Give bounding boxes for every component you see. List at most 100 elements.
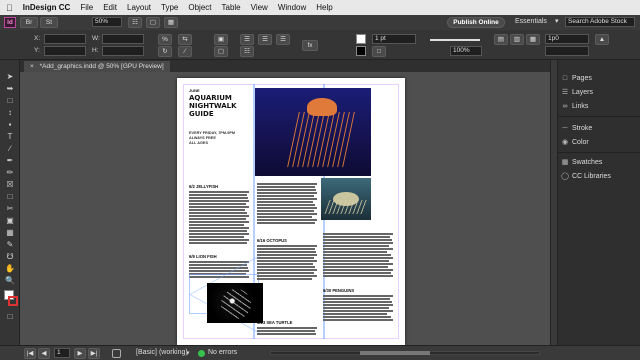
size-field-2[interactable]: [545, 46, 589, 56]
gradient-tool-icon[interactable]: ▦: [4, 228, 16, 238]
gap-tool-icon[interactable]: ↕: [4, 108, 16, 118]
selection-tool-icon[interactable]: ➤: [4, 72, 16, 82]
menu-object[interactable]: Object: [188, 3, 211, 12]
scissors-tool-icon[interactable]: ✂: [4, 204, 16, 214]
stroke-icon: ─: [562, 124, 568, 132]
panel-layers[interactable]: ☰ Layers: [558, 86, 640, 98]
rectangle-tool-icon[interactable]: □: [4, 192, 16, 202]
x-field[interactable]: [44, 34, 86, 44]
effects-button[interactable]: □: [372, 46, 386, 57]
chevron-down-icon: ▾: [555, 18, 559, 25]
style-label[interactable]: [Basic] (working): [136, 349, 188, 356]
section-octopus-heading: 6/16 OCTOPUS: [257, 238, 287, 243]
next-page-button[interactable]: ▶: [74, 348, 86, 359]
panel-stroke[interactable]: ─ Stroke: [558, 122, 640, 134]
stock-button[interactable]: St: [40, 17, 58, 28]
lion-fish-image[interactable]: [207, 283, 263, 323]
direct-selection-tool-icon[interactable]: ➥: [4, 84, 16, 94]
align-left-button[interactable]: ☰: [240, 34, 254, 45]
menu-window[interactable]: Window: [278, 3, 306, 12]
publish-online-button[interactable]: Publish Online: [447, 17, 505, 28]
select-container-button[interactable]: ▣: [214, 34, 228, 45]
menu-table[interactable]: Table: [222, 3, 241, 12]
panel-links[interactable]: ∞ Links: [558, 100, 640, 112]
jellyfish-image[interactable]: [255, 88, 371, 176]
application-bar: Id Br St 50% ☷ ▢ ▦ Publish Online Essent…: [0, 15, 640, 30]
panel-color[interactable]: ◉ Color: [558, 136, 640, 148]
view-options-button[interactable]: ☷: [128, 17, 142, 28]
w-field[interactable]: [102, 34, 144, 44]
align-right-button[interactable]: ☰: [276, 34, 290, 45]
h-field[interactable]: [102, 46, 144, 56]
panel-pages[interactable]: □ Pages: [558, 72, 640, 84]
stroke-box-icon[interactable]: [8, 296, 18, 306]
panel-swatches[interactable]: ▦ Swatches: [558, 156, 640, 168]
octopus-image[interactable]: [321, 178, 371, 220]
scale-button[interactable]: %: [158, 34, 172, 45]
control-panel: X: Y: W: H: % ↻ ⇆ ∕ ▣ ▢ ☰ ☰ ☰ ☷ fx 1 pt …: [0, 30, 640, 60]
menu-help[interactable]: Help: [316, 3, 332, 12]
content-collector-icon[interactable]: ▪: [4, 120, 16, 130]
first-page-button[interactable]: |◀: [24, 348, 36, 359]
section-lion-fish-heading: 6/9 LION FISH: [189, 254, 217, 259]
panel-dock-gap: [550, 60, 557, 345]
distribute-button[interactable]: ☷: [240, 46, 254, 57]
pen-tool-icon[interactable]: ✒: [4, 156, 16, 166]
screen-mode-button[interactable]: ▢: [146, 17, 160, 28]
rectangle-frame-tool-icon[interactable]: ☒: [4, 180, 16, 190]
type-tool-icon[interactable]: T: [4, 132, 16, 142]
section-octopus-body: [257, 244, 317, 281]
last-page-button[interactable]: ▶|: [88, 348, 100, 359]
panel-divider-1: [558, 116, 640, 117]
text-wrap-around-button[interactable]: ▥: [510, 34, 524, 45]
bridge-button[interactable]: Br: [20, 17, 38, 28]
panel-swatches-label: Swatches: [572, 158, 603, 166]
color-icon: ◉: [561, 139, 569, 146]
menu-edit[interactable]: Edit: [103, 3, 117, 12]
size-field[interactable]: 1p0: [545, 34, 589, 44]
text-wrap-button[interactable]: ▤: [494, 34, 508, 45]
fx-button[interactable]: fx: [302, 40, 318, 51]
menu-view[interactable]: View: [251, 3, 268, 12]
auto-fit-button[interactable]: ▲: [595, 34, 609, 45]
arrange-docs-button[interactable]: ▦: [164, 17, 178, 28]
free-transform-tool-icon[interactable]: ▣: [4, 216, 16, 226]
align-center-button[interactable]: ☰: [258, 34, 272, 45]
document-tab[interactable]: × *Add_graphics.indd @ 50% [GPU Preview]: [24, 61, 170, 72]
y-field[interactable]: [44, 46, 86, 56]
fill-swatch[interactable]: [356, 34, 366, 44]
tools-panel: ➤ ➥ □ ↕ ▪ T ∕ ✒ ✏ ☒ □ ✂ ▣ ▦ ✎ ☋ ✋ 🔍 □: [0, 60, 20, 345]
frame-fitting-button[interactable]: ▦: [526, 34, 540, 45]
menu-file[interactable]: File: [80, 3, 93, 12]
note-tool-icon[interactable]: ✎: [4, 240, 16, 250]
zoom-field[interactable]: 50%: [92, 17, 122, 27]
rotate-button[interactable]: ↻: [158, 46, 172, 57]
hand-tool-icon[interactable]: ✋: [4, 264, 16, 274]
stroke-weight-field[interactable]: 1 pt: [372, 34, 416, 44]
view-mode-icon[interactable]: □: [4, 312, 16, 322]
workspace-switcher[interactable]: Essentials: [515, 18, 547, 25]
prev-page-button[interactable]: ◀: [38, 348, 50, 359]
select-content-button[interactable]: ▢: [214, 46, 228, 57]
line-tool-icon[interactable]: ∕: [4, 144, 16, 154]
panel-cc-libraries[interactable]: ◯ CC Libraries: [558, 170, 640, 182]
shear-button[interactable]: ∕: [178, 46, 192, 57]
app-menu[interactable]: InDesign CC: [23, 3, 71, 12]
menu-type[interactable]: Type: [161, 3, 178, 12]
apple-icon[interactable]: : [6, 3, 13, 13]
opacity-field[interactable]: 100%: [450, 46, 482, 56]
menu-layout[interactable]: Layout: [127, 3, 151, 12]
page[interactable]: JUNE AQUARIUM NIGHTWALK GUIDE EVERY FRID…: [177, 78, 405, 345]
stroke-swatch[interactable]: [356, 46, 366, 56]
page-tool-icon[interactable]: □: [4, 96, 16, 106]
pencil-tool-icon[interactable]: ✏: [4, 168, 16, 178]
scroll-thumb[interactable]: [360, 351, 430, 355]
page-number-field[interactable]: 1: [54, 348, 70, 358]
stroke-type-line[interactable]: [430, 39, 480, 41]
document-canvas[interactable]: JUNE AQUARIUM NIGHTWALK GUIDE EVERY FRID…: [20, 72, 550, 345]
zoom-tool-icon[interactable]: 🔍: [4, 276, 16, 286]
stock-search-input[interactable]: Search Adobe Stock: [565, 17, 635, 27]
eyedropper-tool-icon[interactable]: ☋: [4, 252, 16, 262]
flip-button[interactable]: ⇆: [178, 34, 192, 45]
close-icon[interactable]: ×: [30, 63, 34, 70]
